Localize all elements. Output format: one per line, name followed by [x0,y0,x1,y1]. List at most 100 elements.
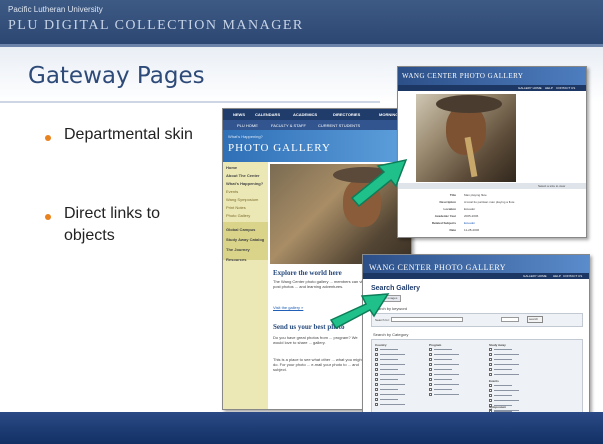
category-checkbox[interactable] [489,384,492,387]
sidebar-item[interactable]: Home [226,165,237,170]
top-nav-item[interactable]: MORNING [379,112,398,117]
top-nav-item[interactable]: ACADEMICS [293,112,317,117]
category-checkbox[interactable] [375,403,378,406]
category-checkbox[interactable] [429,393,432,396]
category-checkbox[interactable] [429,353,432,356]
sub-nav-item[interactable]: CURRENT STUDENTS [318,123,360,128]
category-checkbox[interactable] [489,353,492,356]
category-option-text [494,385,512,386]
category-checkbox[interactable] [375,373,378,376]
category-option-text [434,379,452,380]
category-checkbox[interactable] [429,358,432,361]
category-checkbox[interactable] [429,378,432,381]
category-option-text [380,369,398,370]
slide-title: Gateway Pages [28,63,205,89]
sidebar-item[interactable]: Print Notes [226,205,246,210]
category-option-text [434,359,452,360]
sidebar-item[interactable]: Resources [226,257,246,262]
object-nav-item[interactable]: HELP [545,86,553,90]
category-checkbox[interactable] [375,348,378,351]
keyword-input[interactable] [391,317,463,322]
category-option-text [494,349,512,350]
category-checkbox[interactable] [489,348,492,351]
category-label: Search by Category [373,332,409,337]
category-option-text [434,389,452,390]
sidebar-item[interactable]: Wang Symposium [226,197,258,202]
sidebar-item[interactable]: About The Center [226,173,260,178]
category-option-text [494,364,519,365]
category-checkbox[interactable] [429,373,432,376]
gallery-link[interactable]: Visit the gallery » [273,305,303,310]
top-nav-item[interactable]: DIRECTORIES [333,112,360,117]
metadata-label: Academic Year [434,214,456,218]
metadata-label: Date [449,228,456,232]
sidebar-item[interactable]: Events [226,189,238,194]
category-checkbox[interactable] [489,399,492,402]
category-checkbox[interactable] [429,388,432,391]
category-checkbox[interactable] [429,383,432,386]
category-checkbox[interactable] [489,368,492,371]
sidebar-item[interactable]: What's Happening? [226,181,263,186]
search-nav-item[interactable]: CONTACT US [563,274,582,278]
category-checkbox[interactable] [489,363,492,366]
category-checkbox[interactable] [489,394,492,397]
category-panel [371,339,583,419]
category-checkbox[interactable] [375,368,378,371]
sidebar-item[interactable]: Photo Gallery [226,213,250,218]
category-option-text [494,390,519,391]
category-checkbox[interactable] [429,363,432,366]
search-nav-item[interactable]: HELP [553,274,561,278]
object-page-screenshot: WANG CENTER PHOTO GALLERY GALLERY HOME H… [397,66,587,238]
category-checkbox[interactable] [489,389,492,392]
object-photo-hat [436,95,502,113]
bullet-departmental-skin: Departmental skin [64,126,193,143]
top-nav-item[interactable]: NEWS [233,112,245,117]
object-nav-item[interactable]: CONTACT US [556,86,575,90]
category-checkbox[interactable] [489,358,492,361]
category-option-text [380,384,405,385]
bullet-marker [45,214,51,220]
banner-title: PHOTO GALLERY [228,142,331,154]
search-nav-item[interactable]: GALLERY HOME [523,274,547,278]
sidebar-item[interactable]: Global Campus [226,227,255,232]
category-option-text [380,394,405,395]
category-checkbox[interactable] [429,348,432,351]
top-nav-item[interactable]: CALENDARS [255,112,280,117]
category-checkbox[interactable] [375,388,378,391]
bullet-marker [45,135,51,141]
metadata-label: Related Subjects [431,221,456,225]
sidebar-item[interactable]: Study Away Catalog [226,237,264,242]
object-nav-item[interactable]: GALLERY HOME [518,86,542,90]
category-option-text [434,354,459,355]
category-checkbox[interactable] [489,373,492,376]
metadata-label: Title [449,193,456,197]
category-checkbox[interactable] [375,353,378,356]
sub-nav-item[interactable]: FACULTY & STAFF [271,123,306,128]
category-option-text [494,400,519,401]
sidebar-item[interactable]: The Journey [226,247,250,252]
category-option-text [380,389,398,390]
category-checkbox[interactable] [375,398,378,401]
category-option-text [380,354,405,355]
category-checkbox[interactable] [429,368,432,371]
category-checkbox[interactable] [375,393,378,396]
category-option-text [380,404,405,405]
sub-nav-item[interactable]: PLU HOME [237,123,258,128]
category-option-text [380,349,398,350]
category-checkbox[interactable] [375,363,378,366]
metadata-value[interactable]: Ecuador [464,221,475,225]
category-column-heading: Study Away [489,343,506,347]
category-option-text [434,364,459,365]
institution-name: Pacific Lutheran University [8,5,103,14]
category-column-heading: Events [489,379,499,383]
category-checkbox[interactable] [375,358,378,361]
category-option-text [380,374,405,375]
content-heading: Explore the world here [273,269,342,277]
category-option-text [434,384,459,385]
size-caption[interactable]: Select a size to view [538,184,565,188]
category-column-heading: Country [375,343,387,347]
category-checkbox[interactable] [375,383,378,386]
category-option-text [434,374,459,375]
scope-select[interactable] [501,317,519,322]
category-checkbox[interactable] [375,378,378,381]
